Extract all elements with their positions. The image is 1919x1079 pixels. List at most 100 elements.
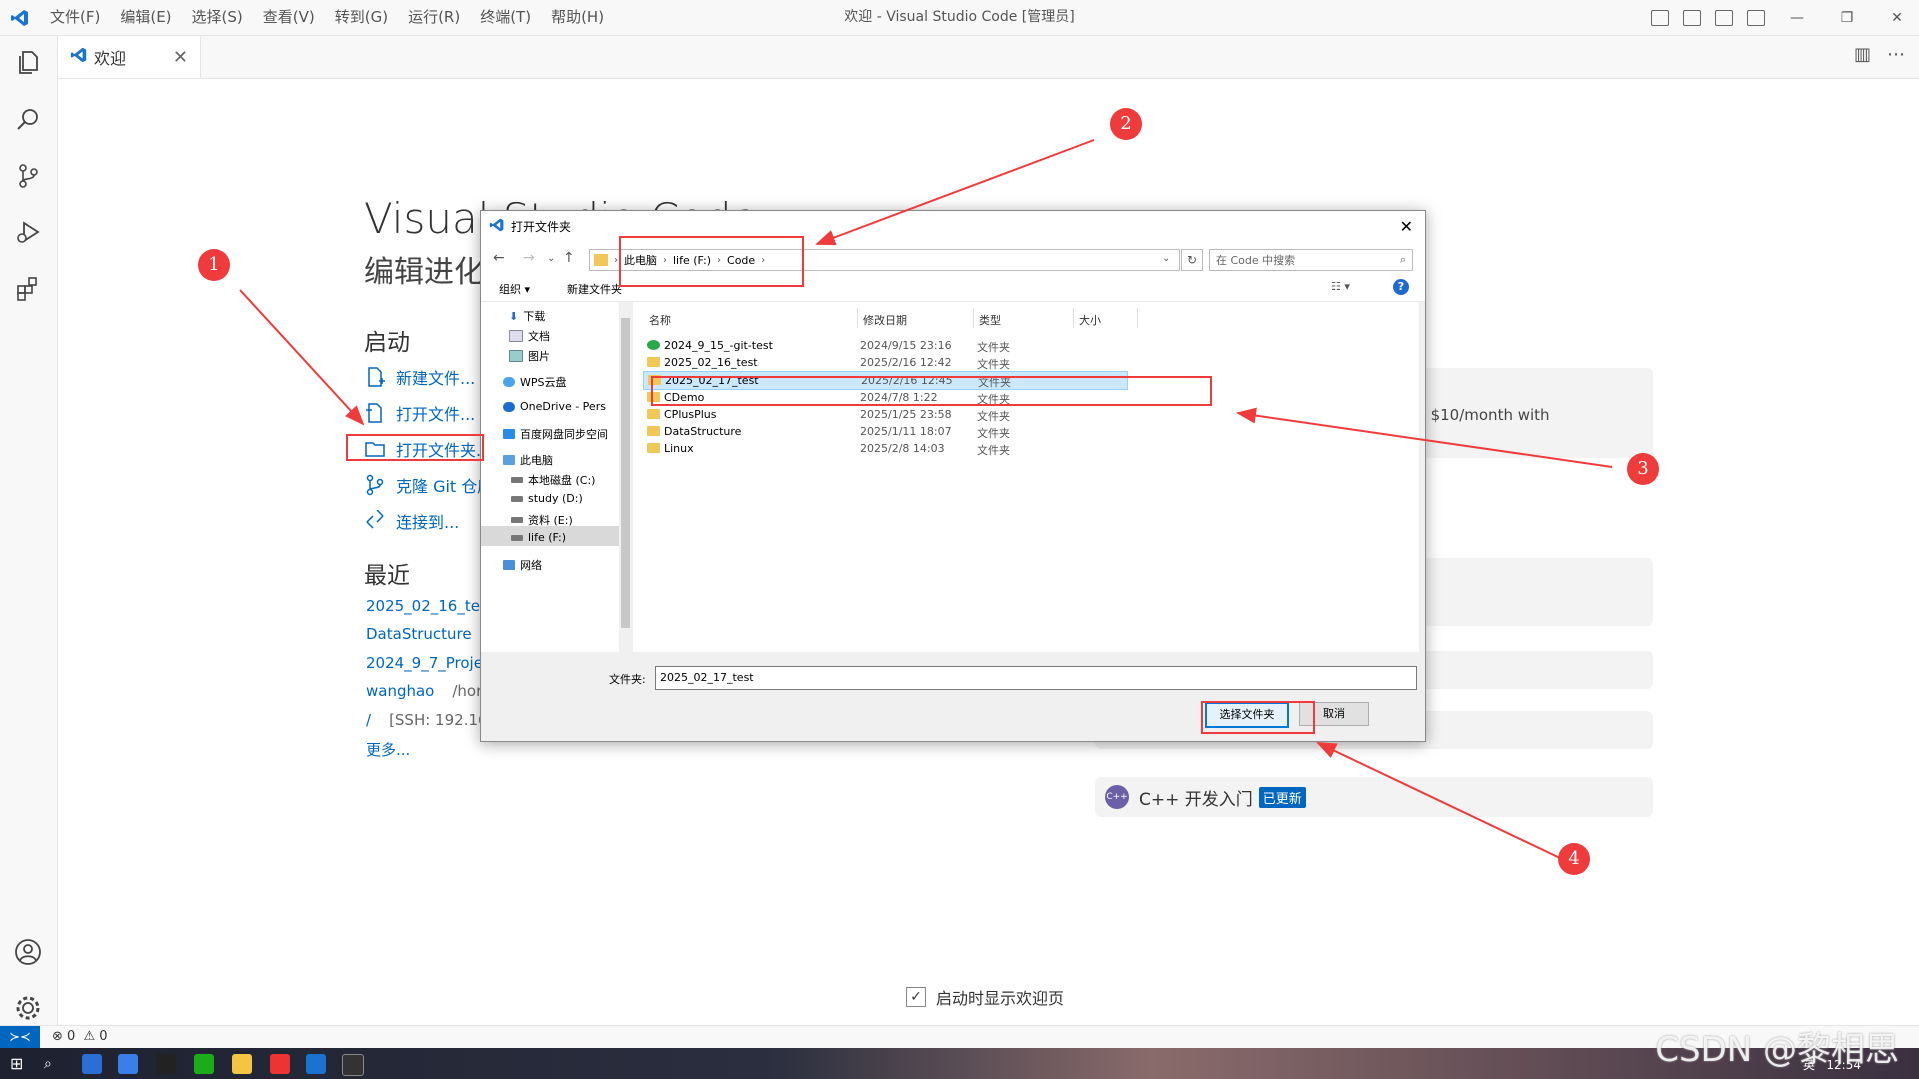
nav-item-drive-f[interactable]: life (F:): [511, 531, 566, 544]
view-options-icon[interactable]: ☷ ▾: [1331, 280, 1350, 293]
menu-help[interactable]: 帮助(H): [541, 0, 614, 35]
menu-view[interactable]: 查看(V): [253, 0, 325, 35]
new-file-link[interactable]: 新建文件...: [364, 365, 475, 389]
customize-layout-icon[interactable]: [1747, 9, 1765, 26]
app-icon[interactable]: [118, 1054, 138, 1074]
source-control-icon[interactable]: [12, 160, 44, 192]
chevron-down-icon[interactable]: ⌄: [1162, 253, 1170, 264]
title-bar: 文件(F) 编辑(E) 选择(S) 查看(V) 转到(G) 运行(R) 终端(T…: [0, 0, 1919, 36]
column-divider: [973, 308, 974, 328]
nav-item-downloads[interactable]: ⬇ 下载: [509, 308, 545, 324]
nav-item-drive-c[interactable]: 本地磁盘 (C:): [511, 472, 595, 488]
new-folder-button[interactable]: 新建文件夹: [567, 281, 622, 297]
menu-terminal[interactable]: 终端(T): [470, 0, 541, 35]
column-name[interactable]: 名称: [649, 312, 671, 328]
file-row[interactable]: 2024_9_15_-git-test 2024/9/15 23:16 文件夹: [643, 337, 1126, 354]
nav-scrollbar[interactable]: [619, 302, 632, 652]
file-explorer-icon[interactable]: [232, 1054, 252, 1074]
close-icon[interactable]: ✕: [1400, 217, 1413, 236]
nav-item-pictures[interactable]: 图片: [509, 348, 550, 364]
split-editor-icon[interactable]: ▥: [1854, 44, 1871, 65]
nav-item-drive-d[interactable]: study (D:): [511, 492, 583, 505]
annotation-number-1: 1: [198, 249, 230, 281]
annotation-box-selected-folder: [651, 376, 1212, 406]
file-row[interactable]: DataStructure 2025/1/11 18:07 文件夹: [643, 423, 1126, 440]
nav-item-wps[interactable]: WPS云盘: [503, 374, 567, 390]
close-icon[interactable]: ✕: [173, 47, 188, 68]
file-row[interactable]: CPlusPlus 2025/1/25 23:58 文件夹: [643, 406, 1126, 423]
recent-item[interactable]: DataStructure: [366, 625, 490, 643]
app-icon[interactable]: [270, 1054, 290, 1074]
search-icon[interactable]: [12, 104, 44, 136]
nav-label: study (D:): [528, 492, 583, 505]
nav-item-network[interactable]: 网络: [503, 557, 542, 573]
baidu-icon: [503, 429, 515, 439]
folder-input[interactable]: 2025_02_17_test: [655, 666, 1417, 690]
dialog-search-input[interactable]: 在 Code 中搜索 ⌕: [1209, 249, 1413, 271]
column-divider: [1137, 308, 1138, 328]
column-date[interactable]: 修改日期: [863, 312, 907, 328]
drive-icon: [511, 495, 523, 502]
menu-run[interactable]: 运行(R): [398, 0, 470, 35]
scrollbar-thumb[interactable]: [621, 318, 630, 628]
recent-locations-icon[interactable]: ⌄: [547, 253, 555, 264]
file-row[interactable]: Linux 2025/2/8 14:03 文件夹: [643, 440, 1126, 457]
app-icon[interactable]: [156, 1054, 176, 1074]
terminal-icon[interactable]: [342, 1054, 364, 1076]
column-type[interactable]: 类型: [979, 312, 1001, 328]
accounts-icon[interactable]: [12, 936, 44, 968]
restore-button[interactable]: ❐: [1825, 10, 1869, 26]
minimize-button[interactable]: —: [1775, 10, 1819, 26]
recent-path: /hor: [452, 682, 483, 700]
column-divider: [1073, 308, 1074, 328]
git-folder-icon: [647, 340, 660, 350]
window-controls: — ❐ ✕: [1647, 0, 1919, 35]
menu-edit[interactable]: 编辑(E): [110, 0, 181, 35]
nav-item-this-pc[interactable]: 此电脑: [503, 452, 553, 468]
vscode-taskbar-icon[interactable]: [306, 1054, 326, 1074]
menu-go[interactable]: 转到(G): [325, 0, 398, 35]
file-row[interactable]: 2025_02_16_test 2025/2/16 12:42 文件夹: [643, 354, 1126, 371]
remote-indicator-icon[interactable]: ≻≺: [0, 1026, 40, 1049]
recent-item[interactable]: / [SSH: 192.16: [366, 711, 488, 729]
nav-item-documents[interactable]: 文档: [509, 328, 550, 344]
organize-button[interactable]: 组织 ▾: [499, 281, 530, 297]
menu-selection[interactable]: 选择(S): [182, 0, 253, 35]
up-arrow-icon[interactable]: ↑: [563, 250, 575, 266]
run-debug-icon[interactable]: [12, 216, 44, 248]
close-window-button[interactable]: ✕: [1875, 10, 1919, 26]
back-arrow-icon[interactable]: ←: [493, 250, 505, 266]
windows-start-icon[interactable]: ⊞: [10, 1054, 30, 1074]
explorer-icon[interactable]: [12, 46, 44, 78]
more-actions-icon[interactable]: ⋯: [1887, 44, 1905, 65]
nav-item-baidu[interactable]: 百度网盘同步空间: [503, 426, 608, 442]
toggle-sidebar-icon[interactable]: [1651, 9, 1669, 26]
checkmark-icon[interactable]: ✓: [906, 987, 926, 1007]
wechat-icon[interactable]: [194, 1054, 214, 1074]
dialog-title: 打开文件夹: [511, 219, 572, 234]
recent-item[interactable]: wanghao/hor: [366, 682, 482, 700]
forward-arrow-icon[interactable]: →: [523, 250, 535, 266]
show-on-startup[interactable]: ✓ 启动时显示欢迎页: [906, 985, 1064, 1009]
gear-icon[interactable]: [12, 992, 44, 1024]
folder-icon: [647, 409, 660, 419]
tab-welcome[interactable]: 欢迎 ✕: [58, 36, 201, 78]
extensions-icon[interactable]: [12, 272, 44, 304]
file-name: CPlusPlus: [664, 408, 717, 421]
connect-to-link[interactable]: 连接到...: [364, 509, 459, 533]
toggle-panel-icon[interactable]: [1683, 9, 1701, 26]
app-icon[interactable]: [82, 1054, 102, 1074]
menu-file[interactable]: 文件(F): [40, 0, 110, 35]
open-file-link[interactable]: 打开文件...: [364, 401, 475, 425]
file-list: 名称 修改日期 类型 大小 2024_9_15_-git-test 2024/9/…: [633, 302, 1419, 652]
column-size[interactable]: 大小: [1079, 312, 1101, 328]
nav-item-onedrive[interactable]: OneDrive - Pers: [503, 400, 606, 413]
cpp-walkthrough-card[interactable]: C++ C++ 开发入门 已更新: [1095, 777, 1653, 817]
toggle-secondary-sidebar-icon[interactable]: [1715, 9, 1733, 26]
problems-indicator[interactable]: ⊗ 0 ⚠ 0: [52, 1029, 108, 1044]
help-icon[interactable]: ?: [1393, 279, 1409, 295]
refresh-icon[interactable]: ↻: [1181, 249, 1203, 271]
search-taskbar-icon[interactable]: ⌕: [44, 1054, 64, 1074]
file-name: DataStructure: [664, 425, 742, 438]
more-recent-link[interactable]: 更多...: [366, 739, 410, 760]
